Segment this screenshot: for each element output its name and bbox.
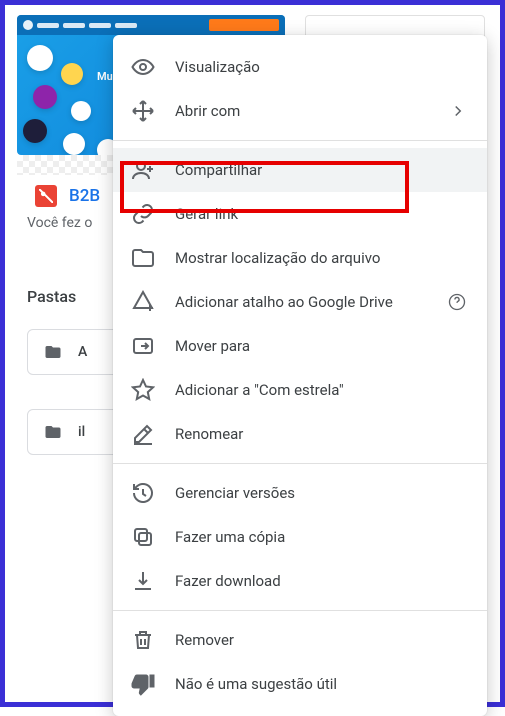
menu-item-versions[interactable]: Gerenciar versões [113,471,487,515]
drive-add-icon [131,290,155,314]
menu-label: Fazer download [175,572,467,590]
link-icon [131,202,155,226]
folder-icon [42,343,64,361]
menu-label: Gerenciar versões [175,484,467,502]
menu-label: Gerar link [175,205,467,223]
menu-item-share[interactable]: Compartilhar [113,148,487,192]
menu-label: Não é uma sugestão útil [175,675,467,693]
folder-label: il [78,424,85,440]
menu-label: Mostrar localização do arquivo [175,249,467,267]
folder-icon [42,423,64,441]
menu-label: Remover [175,631,467,649]
download-icon [131,569,155,593]
menu-item-star[interactable]: Adicionar a "Com estrela" [113,368,487,412]
menu-label: Adicionar atalho ao Google Drive [175,293,427,311]
menu-item-add-shortcut[interactable]: Adicionar atalho ao Google Drive [113,280,487,324]
menu-item-remove[interactable]: Remover [113,618,487,662]
menu-separator [113,463,487,464]
person-add-icon [131,158,155,182]
star-icon [131,378,155,402]
versions-icon [131,481,155,505]
chevron-right-icon [449,102,467,120]
menu-label: Mover para [175,337,467,355]
rename-icon [131,422,155,446]
context-menu: Visualização Abrir com Compartilhar Gera… [113,35,487,716]
menu-item-get-link[interactable]: Gerar link [113,192,487,236]
thumb-down-icon [131,672,155,696]
file-title: B2B [69,186,100,206]
menu-item-rename[interactable]: Renomear [113,412,487,456]
menu-label: Visualização [175,58,467,76]
menu-item-download[interactable]: Fazer download [113,559,487,603]
menu-label: Fazer uma cópia [175,528,467,546]
file-title-row[interactable]: B2B [35,185,100,207]
menu-item-not-useful[interactable]: Não é uma sugestão útil [113,662,487,706]
file-subtitle: Você fez o [27,215,92,231]
menu-item-move-to[interactable]: Mover para [113,324,487,368]
help-icon[interactable] [447,292,467,312]
move-icon [131,99,155,123]
copy-icon [131,525,155,549]
menu-label: Adicionar a "Com estrela" [175,381,467,399]
menu-label: Compartilhar [175,161,467,179]
menu-item-copy[interactable]: Fazer uma cópia [113,515,487,559]
menu-separator [113,140,487,141]
eye-icon [131,55,155,79]
folder-icon [131,246,155,270]
menu-label: Renomear [175,425,467,443]
trash-icon [131,628,155,652]
menu-item-preview[interactable]: Visualização [113,45,487,89]
section-folders-label: Pastas [27,287,76,306]
menu-separator [113,610,487,611]
menu-item-open-with[interactable]: Abrir com [113,89,487,133]
move-to-icon [131,334,155,358]
image-file-icon [35,185,57,207]
folder-label: A [78,344,87,360]
menu-label: Abrir com [175,102,429,120]
menu-item-show-location[interactable]: Mostrar localização do arquivo [113,236,487,280]
